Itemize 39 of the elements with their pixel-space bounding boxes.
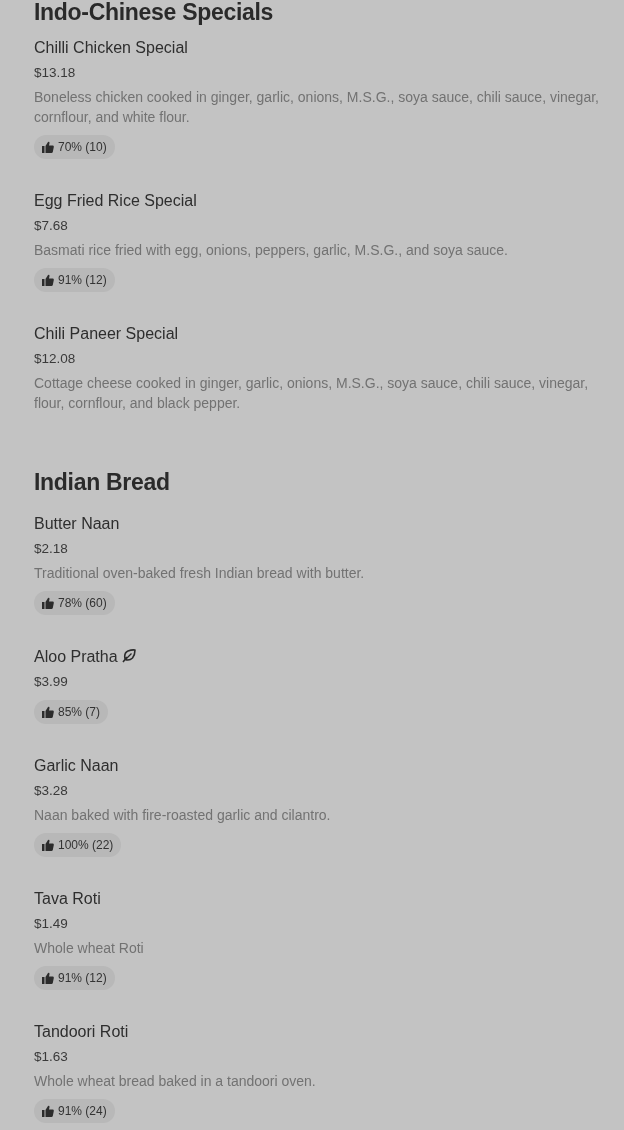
thumbs-up-icon	[42, 274, 54, 286]
rating-text: 91% (24)	[58, 1103, 107, 1119]
dish-price: $12.08	[34, 350, 77, 368]
dish-description: Boneless chicken cooked in ginger, garlic, onions, M.S.G., soya sauce, chili sauce, vinegar, cornflour, and white flour.	[34, 88, 600, 127]
dish-price: $1.49	[34, 915, 69, 933]
dish-description: Traditional oven-baked fresh Indian bread with butter.	[34, 564, 366, 583]
rating-text: 91% (12)	[58, 272, 107, 288]
dish-price: $2.18	[34, 540, 69, 558]
dish-description: Whole wheat bread baked in a tandoori oven.	[34, 1072, 317, 1091]
dish-description: Basmati rice fried with egg, onions, peppers, garlic, M.S.G., and soya sauce.	[34, 241, 509, 260]
dish-description: Cottage cheese cooked in ginger, garlic, onions, M.S.G., soya sauce, chili sauce, vinegar, flour, cornflour, and black pepper.	[34, 374, 590, 413]
dish-name: Tava Roti	[34, 890, 101, 907]
rating-text: 85% (7)	[58, 704, 101, 720]
rating-text: 70% (10)	[58, 139, 107, 155]
dish-name: Butter Naan	[34, 515, 120, 532]
dish-price: $3.28	[34, 782, 69, 800]
thumbs-up-icon	[42, 706, 54, 718]
thumbs-up-icon	[42, 141, 54, 153]
rating-text: 100% (22)	[58, 837, 114, 853]
section-heading: Indo-Chinese Specials	[34, 0, 275, 24]
thumbs-up-icon	[42, 1105, 54, 1117]
dish-description: Naan baked with fire-roasted garlic and cilantro.	[34, 806, 332, 825]
dish-name: Egg Fried Rice Special	[34, 192, 197, 209]
dish-price: $7.68	[34, 217, 69, 235]
dish-price: $13.18	[34, 64, 77, 82]
rating-text: 78% (60)	[58, 595, 107, 611]
dish-price: $3.99	[34, 673, 69, 691]
section-heading: Indian Bread	[34, 468, 171, 497]
dish-name: Aloo Pratha	[34, 648, 118, 665]
dish-description: Whole wheat Roti	[34, 939, 145, 958]
dish-name: Chili Paneer Special	[34, 325, 179, 342]
rating-text: 91% (12)	[58, 970, 107, 986]
dish-price: $1.63	[34, 1048, 69, 1066]
thumbs-up-icon	[42, 839, 54, 851]
thumbs-up-icon	[42, 972, 54, 984]
dish-name: Garlic Naan	[34, 757, 119, 774]
thumbs-up-icon	[42, 597, 54, 609]
dish-name: Tandoori Roti	[34, 1023, 129, 1040]
dish-name: Chilli Chicken Special	[34, 39, 188, 56]
